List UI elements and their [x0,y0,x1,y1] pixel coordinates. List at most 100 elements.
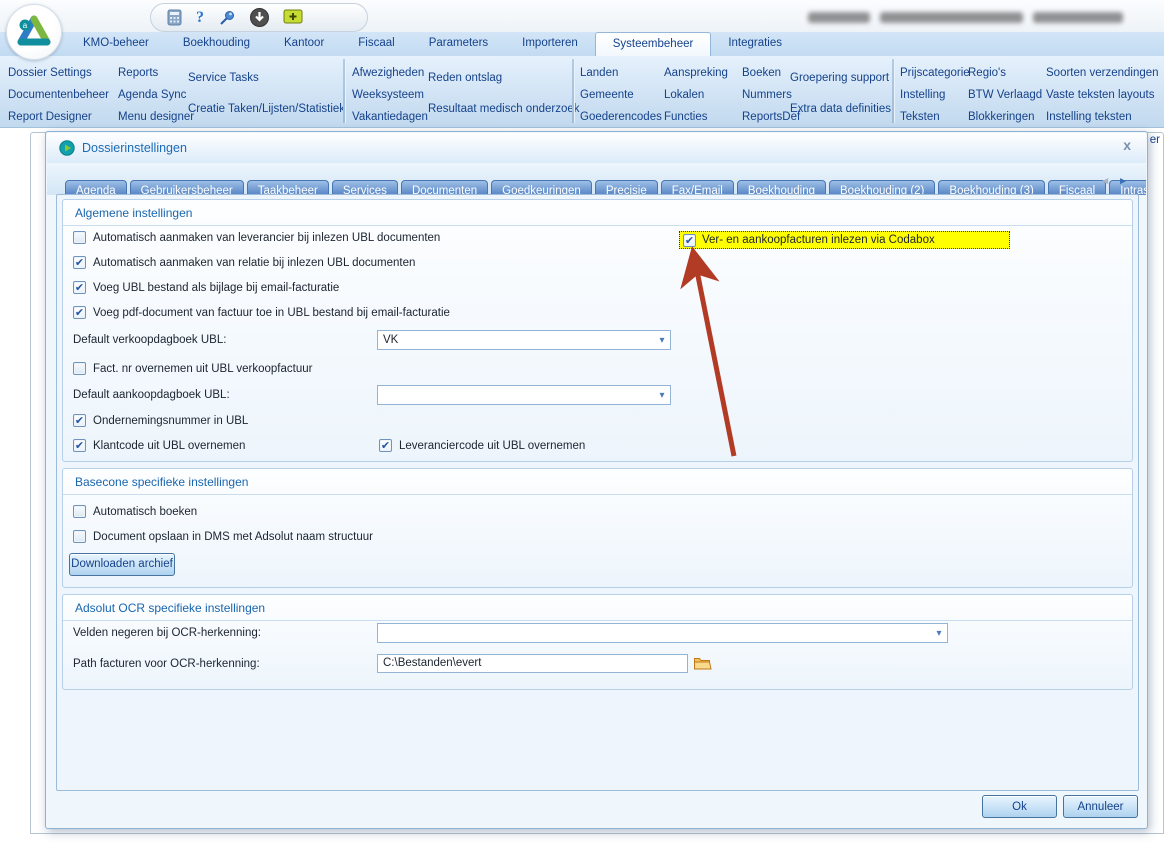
tab-fiscaal[interactable]: Fiscaal [1048,180,1106,195]
checkbox-row-factnr[interactable]: Fact. nr overnemen uit UBL verkoopfactuu… [73,362,312,375]
tab-precisie[interactable]: Precisie [595,180,658,195]
close-icon[interactable]: x [1123,137,1131,153]
checkbox-checked[interactable]: ✔ [73,439,86,452]
checkbox-checked[interactable]: ✔ [379,439,392,452]
checkbox-row-auto-relatie[interactable]: ✔ Automatisch aanmaken van relatie bij i… [73,256,415,269]
ribbon-lokalen[interactable]: Lokalen [664,84,728,106]
ribbon-aanspreking[interactable]: Aanspreking [664,62,728,84]
verkoopdagboek-dropdown[interactable]: VK ▾ [377,330,671,350]
ribbon-medisch-onderzoek[interactable]: Resultaat medisch onderzoek [428,103,580,115]
checkbox-row-leveranciercode[interactable]: ✔ Leveranciercode uit UBL overnemen [379,439,585,452]
tab-scroll-left-icon[interactable]: ◄ [1100,176,1118,187]
highlighted-codabox-option[interactable]: ✔ Ver- en aankoopfacturen inlezen via Co… [679,231,1010,249]
aankoopdagboek-dropdown[interactable]: ▾ [377,385,671,405]
tab-services[interactable]: Services [332,180,398,195]
checkbox-checked[interactable]: ✔ [73,281,86,294]
menu-kantoor[interactable]: Kantoor [267,32,341,56]
tab-goedkeuringen[interactable]: Goedkeuringen [491,180,592,195]
menu-integraties[interactable]: Integraties [711,32,799,56]
ribbon-vakantiedagen[interactable]: Vakantiedagen [352,106,428,128]
menu-boekhouding[interactable]: Boekhouding [166,32,267,56]
tab-boekhouding-3[interactable]: Boekhouding (3) [938,180,1044,195]
tab-boekhouding[interactable]: Boekhouding [737,180,826,195]
ribbon-groepering-support[interactable]: Groepering support [790,72,891,84]
checkbox-label: Leveranciercode uit UBL overnemen [399,440,585,452]
ribbon-report-designer[interactable]: Report Designer [8,106,109,128]
label-aankoopdagboek: Default aankoopdagboek UBL: [73,389,230,401]
group-title: Adsolut OCR specifieke instellingen [63,595,1132,621]
ribbon-creatie-taken[interactable]: Creatie Taken/Lijsten/Statistiek [188,103,345,115]
tab-scroll-right-icon[interactable]: ► [1118,176,1136,187]
tab-documenten[interactable]: Documenten [401,180,488,195]
ribbon-extra-data-definities[interactable]: Extra data definities [790,103,891,115]
ribbon-afwezigheden[interactable]: Afwezigheden [352,62,428,84]
downloaden-archief-button[interactable]: Downloaden archief [69,553,175,576]
calculator-icon[interactable] [167,9,182,26]
ok-button[interactable]: Ok [982,795,1057,818]
menu-parameters[interactable]: Parameters [412,32,505,56]
menu-kmo-beheer[interactable]: KMO-beheer [66,32,166,56]
annuleer-button[interactable]: Annuleer [1063,795,1138,818]
ribbon-reports[interactable]: Reports [118,62,194,84]
ribbon-agenda-sync[interactable]: Agenda Sync [118,84,194,106]
ribbon-blokkeringen[interactable]: Blokkeringen [968,106,1042,128]
checkbox-row-pdf-document[interactable]: ✔ Voeg pdf-document van factuur toe in U… [73,306,450,319]
ribbon-teksten[interactable]: Teksten [900,106,970,128]
ribbon-instelling[interactable]: Instelling [900,84,970,106]
tab-taakbeheer[interactable]: Taakbeheer [247,180,329,195]
app-logo[interactable]: a [6,4,62,60]
ribbon-service-tasks[interactable]: Service Tasks [188,72,345,84]
ribbon-dossier-settings[interactable]: Dossier Settings [8,62,109,84]
checkbox-row-ubl-bijlage[interactable]: ✔ Voeg UBL bestand als bijlage bij email… [73,281,339,294]
chevron-down-icon[interactable]: ▾ [654,390,670,401]
checkbox-unchecked[interactable] [73,362,86,375]
checkbox-unchecked[interactable] [73,530,86,543]
ribbon-regios[interactable]: Regio's [968,62,1042,84]
checkbox-row-automatisch-boeken[interactable]: Automatisch boeken [73,505,197,518]
help-icon[interactable]: ? [196,9,204,27]
ribbon-landen[interactable]: Landen [580,62,662,84]
checkbox-row-auto-leverancier[interactable]: Automatisch aanmaken van leverancier bij… [73,231,440,244]
tab-fax-email[interactable]: Fax/Email [661,180,734,195]
folder-browse-icon[interactable] [693,654,712,672]
velden-negeren-dropdown[interactable]: ▾ [377,623,948,643]
redacted-info-segment [808,12,870,23]
ribbon-instelling-teksten[interactable]: Instelling teksten [1046,106,1159,128]
menu-systeembeheer[interactable]: Systeembeheer [595,32,712,56]
tab-boekhouding-2[interactable]: Boekhouding (2) [829,180,935,195]
ribbon-documentenbeheer[interactable]: Documentenbeheer [8,84,109,106]
tab-gebruikersbeheer[interactable]: Gebruikersbeheer [130,180,244,195]
ribbon-goederencodes[interactable]: Goederencodes [580,106,662,128]
label-path-facturen: Path facturen voor OCR-herkenning: [73,658,260,670]
checkbox-unchecked[interactable] [73,231,86,244]
ribbon-soorten-verzendingen[interactable]: Soorten verzendingen [1046,62,1159,84]
ribbon-gemeente[interactable]: Gemeente [580,84,662,106]
checkbox-row-dms-opslaan[interactable]: Document opslaan in DMS met Adsolut naam… [73,530,373,543]
checkbox-checked[interactable]: ✔ [73,306,86,319]
checkbox-row-ondernemingsnummer[interactable]: ✔ Ondernemingsnummer in UBL [73,414,248,427]
ribbon-functies[interactable]: Functies [664,106,728,128]
path-facturen-input[interactable]: C:\Bestanden\evert [377,654,688,673]
pin-icon[interactable] [218,9,236,27]
menu-fiscaal[interactable]: Fiscaal [341,32,411,56]
checkbox-checked[interactable]: ✔ [683,234,696,247]
checkbox-checked[interactable]: ✔ [73,414,86,427]
checkbox-unchecked[interactable] [73,505,86,518]
download-icon[interactable] [250,8,269,27]
ribbon-menu-designer[interactable]: Menu designer [118,106,194,128]
ribbon-prijscategorie[interactable]: Prijscategorie [900,62,970,84]
chevron-down-icon[interactable]: ▾ [931,628,947,639]
menu-importeren[interactable]: Importeren [505,32,595,56]
chevron-down-icon[interactable]: ▾ [654,335,670,346]
ribbon-vaste-teksten-layouts[interactable]: Vaste teksten layouts [1046,84,1159,106]
checkbox-row-klantcode[interactable]: ✔ Klantcode uit UBL overnemen [73,439,245,452]
ribbon-reden-ontslag[interactable]: Reden ontslag [428,72,580,84]
tab-scroll-nav: ◄► [1100,176,1136,187]
checkbox-checked[interactable]: ✔ [73,256,86,269]
tab-agenda[interactable]: Agenda [65,180,127,195]
dialog-title-bar[interactable]: Dossierinstellingen [47,133,1146,163]
ribbon-weeksysteem[interactable]: Weeksysteem [352,84,428,106]
label-verkoopdagboek: Default verkoopdagboek UBL: [73,334,226,346]
ribbon-btw-verlaagd[interactable]: BTW Verlaagd [968,84,1042,106]
screen-add-icon[interactable] [283,9,303,26]
